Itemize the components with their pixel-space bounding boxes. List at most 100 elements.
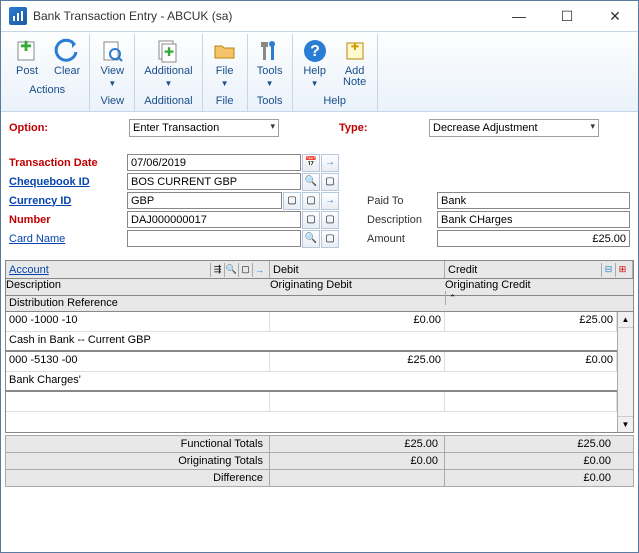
currency-note-icon[interactable]: ▢	[283, 192, 301, 210]
close-button[interactable]: ✕	[600, 6, 630, 26]
table-row-desc[interactable]: Cash in Bank -- Current GBP	[6, 332, 617, 352]
col-description[interactable]: Description	[6, 279, 270, 295]
title-bar: Bank Transaction Entry - ABCUK (sa) — ☐ …	[1, 1, 638, 31]
minimize-button[interactable]: —	[504, 6, 534, 26]
number-input[interactable]	[127, 211, 301, 228]
col-expand-icon[interactable]: ▢	[238, 263, 252, 277]
card-name-label[interactable]: Card Name	[9, 233, 127, 245]
amount-input[interactable]	[437, 230, 630, 247]
col-orig-credit[interactable]: Originating Credit ⌃	[445, 279, 633, 295]
table-row-empty[interactable]	[6, 392, 617, 412]
col-lookup-icon[interactable]: 🔍	[224, 263, 238, 277]
ribbon-group-additional: ✚Additional▼Additional	[135, 34, 202, 111]
currency-id-label[interactable]: Currency ID	[9, 195, 127, 207]
card-lookup-icon[interactable]: 🔍	[302, 230, 320, 248]
cell-debit[interactable]: £0.00	[270, 312, 445, 331]
currency-go-icon[interactable]: →	[321, 192, 339, 210]
type-combo[interactable]	[429, 119, 599, 137]
table-row[interactable]: 000 -5130 -00£25.00£0.00	[6, 352, 617, 372]
tools-button[interactable]: Tools▼	[250, 34, 290, 92]
ribbon-group-label: Help	[295, 92, 375, 109]
svg-text:✚: ✚	[350, 42, 358, 53]
col-credit[interactable]: Credit ⊟ ⊞	[445, 261, 633, 278]
help-button[interactable]: ?Help▼	[295, 34, 335, 92]
file-button[interactable]: File▼	[205, 34, 245, 92]
col-debit[interactable]: Debit	[270, 261, 445, 278]
form-area: Option: Type: Transaction Date 📅 → Chequ…	[1, 112, 638, 254]
originating-debit: £0.00	[270, 453, 445, 469]
ribbon-group-tools: Tools▼Tools	[248, 34, 293, 111]
ribbon-group-help: ?Help▼✚AddNoteHelp	[293, 34, 378, 111]
svg-text:✚: ✚	[164, 45, 174, 59]
currency-expand-icon[interactable]: ▢	[302, 192, 320, 210]
paid-to-label: Paid To	[367, 195, 437, 207]
chequebook-id-label[interactable]: Chequebook ID	[9, 176, 127, 188]
amount-label: Amount	[367, 233, 437, 245]
type-label: Type:	[339, 122, 429, 134]
cell-credit[interactable]: £25.00	[445, 312, 617, 331]
app-icon	[9, 7, 27, 25]
file-icon	[212, 38, 238, 64]
difference-value: £0.00	[445, 470, 633, 486]
table-row-desc[interactable]: Bank Charges'	[6, 372, 617, 392]
col-account[interactable]: Account ⇶ 🔍 ▢ →	[6, 261, 270, 278]
lookup-icon[interactable]: 🔍	[302, 173, 320, 191]
ribbon-group-label: File	[205, 92, 245, 109]
date-go-icon[interactable]: →	[321, 154, 339, 172]
table-row[interactable]: 000 -1000 -10£0.00£25.00	[6, 312, 617, 332]
originating-credit: £0.00	[445, 453, 633, 469]
show-detail-icon[interactable]: ⊟	[601, 263, 615, 277]
number-expand-icon[interactable]: ▢	[321, 211, 339, 229]
tree-icon[interactable]: ⇶	[210, 263, 224, 277]
note-icon[interactable]: ▢	[321, 173, 339, 191]
description-input[interactable]	[437, 211, 630, 228]
card-name-input[interactable]	[127, 230, 301, 247]
functional-totals-label: Functional Totals	[6, 436, 270, 452]
distribution-grid: Account ⇶ 🔍 ▢ → Debit Credit ⊟ ⊞ Descrip…	[5, 260, 634, 433]
post-button[interactable]: ✚Post	[7, 34, 47, 81]
cell-account[interactable]: 000 -1000 -10	[6, 312, 270, 331]
view-icon	[99, 38, 125, 64]
ribbon-group-label: View	[92, 92, 132, 109]
difference-label: Difference	[6, 470, 270, 486]
transaction-date-input[interactable]	[127, 154, 301, 171]
currency-id-input[interactable]	[127, 192, 282, 209]
calendar-icon[interactable]: 📅	[302, 154, 320, 172]
card-note-icon[interactable]: ▢	[321, 230, 339, 248]
chequebook-id-input[interactable]	[127, 173, 301, 190]
description-label: Description	[367, 214, 437, 226]
originating-totals-label: Originating Totals	[6, 453, 270, 469]
col-orig-debit[interactable]: Originating Debit	[270, 279, 445, 295]
maximize-button[interactable]: ☐	[552, 6, 582, 26]
scroll-up-button[interactable]: ▲	[618, 312, 633, 328]
clear-icon	[54, 38, 80, 64]
functional-credit: £25.00	[445, 436, 633, 452]
post-icon: ✚	[14, 38, 40, 64]
cell-description[interactable]: Cash in Bank -- Current GBP	[6, 332, 617, 350]
help-icon: ?	[302, 38, 328, 64]
add-note-button[interactable]: ✚AddNote	[335, 34, 375, 92]
view-button[interactable]: View▼	[92, 34, 132, 92]
clear-button[interactable]: Clear	[47, 34, 87, 81]
grid-scrollbar[interactable]: ▲ ▼	[617, 312, 633, 432]
option-combo[interactable]	[129, 119, 279, 137]
ribbon-group-label: Additional	[137, 92, 199, 109]
window-title: Bank Transaction Entry - ABCUK (sa)	[33, 9, 232, 23]
cell-debit[interactable]: £25.00	[270, 352, 445, 371]
paid-to-input[interactable]	[437, 192, 630, 209]
cell-account[interactable]: 000 -5130 -00	[6, 352, 270, 371]
svg-text:?: ?	[310, 43, 320, 60]
ribbon-toolbar: ✚PostClearActionsView▼View✚Additional▼Ad…	[1, 31, 638, 112]
functional-debit: £25.00	[270, 436, 445, 452]
svg-text:✚: ✚	[20, 38, 32, 54]
hide-detail-icon[interactable]: ⊞	[615, 263, 629, 277]
scroll-down-button[interactable]: ▼	[618, 416, 633, 432]
col-go-icon[interactable]: →	[252, 263, 266, 277]
cell-description[interactable]: Bank Charges'	[6, 372, 617, 390]
difference-empty	[270, 470, 445, 486]
collapse-icon[interactable]: ⌃	[445, 291, 459, 305]
number-note-icon[interactable]: ▢	[302, 211, 320, 229]
additional-button[interactable]: ✚Additional▼	[137, 34, 199, 92]
cell-credit[interactable]: £0.00	[445, 352, 617, 371]
tools-icon	[257, 38, 283, 64]
